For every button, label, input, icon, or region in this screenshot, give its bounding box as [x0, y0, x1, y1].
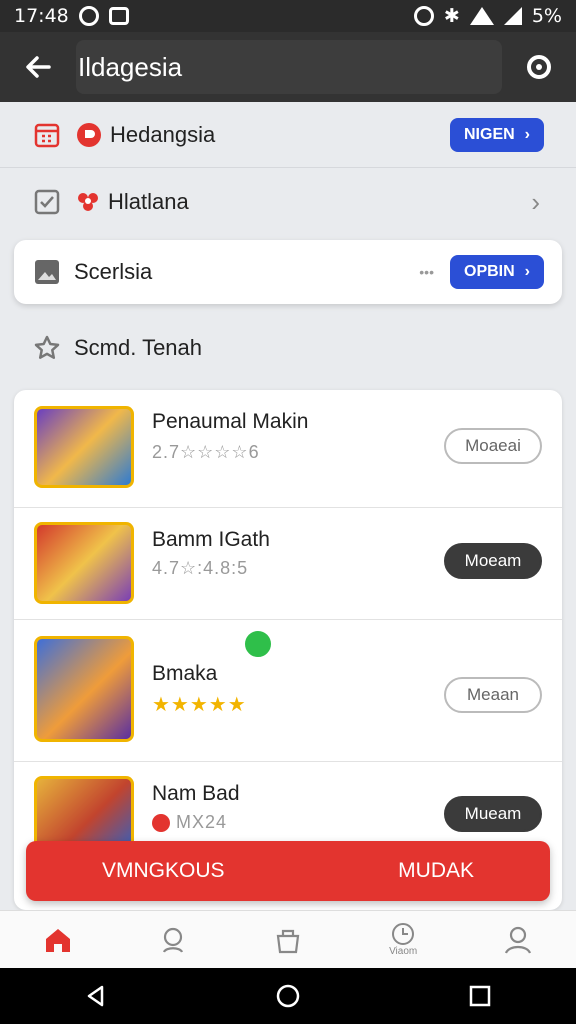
chevron-right-icon: › — [531, 186, 540, 217]
row-label: Hlatlana — [108, 189, 189, 214]
settings-row-3[interactable]: Scerlsia ••• OPBIN › — [14, 240, 562, 304]
battery-text: 5% — [531, 5, 562, 27]
refresh-icon — [527, 55, 551, 79]
game-action-button[interactable]: Mueam — [444, 796, 542, 832]
game-rating: ★★★★★ — [152, 694, 247, 716]
game-title: Bamm IGath — [152, 528, 270, 551]
nav-profile[interactable] — [488, 915, 548, 965]
chat-icon — [162, 927, 183, 953]
chevron-right-icon: › — [524, 263, 530, 280]
chevron-right-icon: › — [524, 125, 530, 143]
bluetooth-icon: ✱ — [443, 5, 460, 27]
arrow-left-icon — [26, 56, 51, 78]
list-item[interactable]: Bamm IGath 4.7☆:4.8:5 Moeam — [14, 508, 562, 620]
game-thumbnail — [34, 522, 134, 604]
section-header: Scmd. Tenah — [0, 318, 576, 378]
badge-icon — [242, 628, 274, 660]
recents-square-icon[interactable] — [468, 984, 492, 1008]
rating-icon — [152, 814, 170, 832]
checkbox-icon — [34, 189, 60, 215]
row-label: Hedangsia — [110, 121, 216, 147]
status-bar: 17:48 ✱ 5% — [0, 0, 576, 32]
status-time: 17:48 — [14, 5, 69, 27]
nav-history-label: Viaom — [389, 946, 418, 957]
game-title: Bmaka — [152, 662, 218, 685]
signal-icon — [503, 7, 522, 25]
home-circle-icon[interactable] — [276, 984, 300, 1008]
brand-icon — [77, 122, 101, 147]
image-icon — [35, 260, 59, 284]
game-thumbnail — [34, 406, 134, 488]
settings-row-1[interactable]: Hedangsia NIGEN › — [0, 102, 576, 168]
bottom-nav: Viaom — [0, 910, 576, 968]
home-icon — [45, 928, 70, 952]
bag-icon — [276, 929, 300, 953]
alarm-icon — [413, 6, 434, 26]
back-triangle-icon[interactable] — [84, 984, 108, 1008]
fab-left-label[interactable]: VMNGKOUS — [102, 859, 225, 883]
settings-row-2[interactable]: Hlatlana › — [0, 169, 576, 235]
app-bar: Ildagesia — [0, 32, 576, 102]
system-nav-bar — [0, 968, 576, 1024]
clock-icon — [392, 923, 415, 945]
opbin-button-label: OPBIN — [464, 263, 515, 280]
game-title: Nam Bad — [152, 782, 240, 805]
message-icon — [108, 7, 129, 25]
nigen-button[interactable]: NIGEN › — [450, 117, 544, 152]
game-action-button[interactable]: Moaeai — [444, 428, 542, 464]
fab-right-label[interactable]: MUDAK — [398, 859, 474, 883]
nav-store[interactable] — [258, 915, 318, 965]
notification-icon — [78, 6, 99, 26]
list-item[interactable]: Bmaka ★★★★★ Meaan — [14, 620, 562, 762]
calendar-icon — [34, 123, 60, 147]
game-thumbnail — [34, 636, 134, 742]
refresh-button[interactable] — [502, 32, 576, 102]
page-title: Ildagesia — [78, 51, 183, 82]
opbin-button[interactable]: OPBIN › — [450, 255, 544, 289]
back-button[interactable] — [0, 32, 76, 102]
more-dots[interactable]: ••• — [419, 264, 434, 280]
row-label: Scerlsia — [74, 259, 153, 284]
user-icon — [505, 926, 532, 954]
wifi-icon — [469, 7, 494, 25]
game-action-button[interactable]: Meaan — [444, 677, 542, 713]
list-item[interactable]: Penaumal Makin 2.7☆☆☆☆6 Moaeai — [14, 390, 562, 508]
title-box: Ildagesia — [76, 40, 502, 94]
game-rating: MX24 — [176, 812, 228, 832]
game-list: Penaumal Makin 2.7☆☆☆☆6 Moaeai Bamm IGat… — [14, 390, 562, 910]
game-rating: 2.7☆☆☆☆6 — [152, 442, 260, 462]
game-action-button[interactable]: Moeam — [444, 543, 542, 579]
nav-home[interactable] — [28, 915, 88, 965]
game-rating: 4.7☆:4.8:5 — [152, 558, 249, 578]
primary-action-bar[interactable]: VMNGKOUS MUDAK — [26, 841, 550, 901]
game-title: Penaumal Makin — [152, 410, 309, 433]
section-title: Scmd. Tenah — [74, 335, 203, 360]
flower-icon — [78, 193, 98, 211]
nav-chat[interactable] — [143, 915, 203, 965]
nav-history[interactable]: Viaom — [373, 915, 433, 965]
nigen-button-label: NIGEN — [464, 125, 515, 143]
star-icon — [34, 335, 60, 359]
